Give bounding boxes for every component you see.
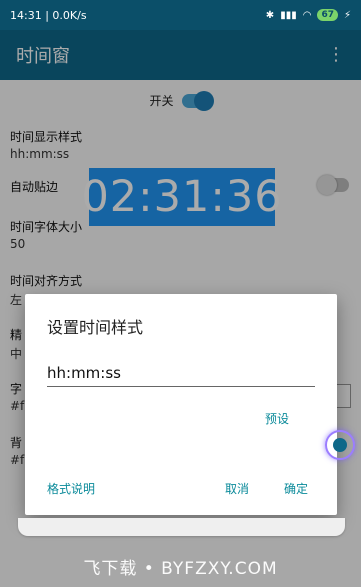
status-icons: ✱ ▮▮▮ ◠ 67 ⚡ <box>266 9 351 21</box>
status-bar: 14:31 | 0.0K/s ✱ ▮▮▮ ◠ 67 ⚡ <box>0 0 361 30</box>
battery-badge: 67 <box>317 9 338 21</box>
format-help-button[interactable]: 格式说明 <box>47 480 95 497</box>
ok-button[interactable]: 确定 <box>284 480 308 497</box>
wifi-icon: ◠ <box>302 9 312 21</box>
status-time-speed: 14:31 | 0.0K/s <box>10 8 87 22</box>
bottom-card-edge <box>18 518 345 536</box>
preset-button[interactable]: 预设 <box>265 410 289 427</box>
assist-dot-icon <box>333 438 347 452</box>
charging-icon: ⚡ <box>343 9 351 21</box>
dialog-title: 设置时间样式 <box>47 318 144 337</box>
cancel-button[interactable]: 取消 <box>225 480 249 497</box>
bluetooth-icon: ✱ <box>265 9 275 21</box>
floating-assist-button[interactable] <box>325 430 355 460</box>
signal-icon: ▮▮▮ <box>280 9 297 21</box>
watermark: 飞下载 • BYFZXY.COM <box>83 559 278 579</box>
time-style-input[interactable]: hh:mm:ss <box>47 364 315 387</box>
time-style-dialog: 设置时间样式 hh:mm:ss 预设 格式说明 取消 确定 <box>25 294 337 515</box>
